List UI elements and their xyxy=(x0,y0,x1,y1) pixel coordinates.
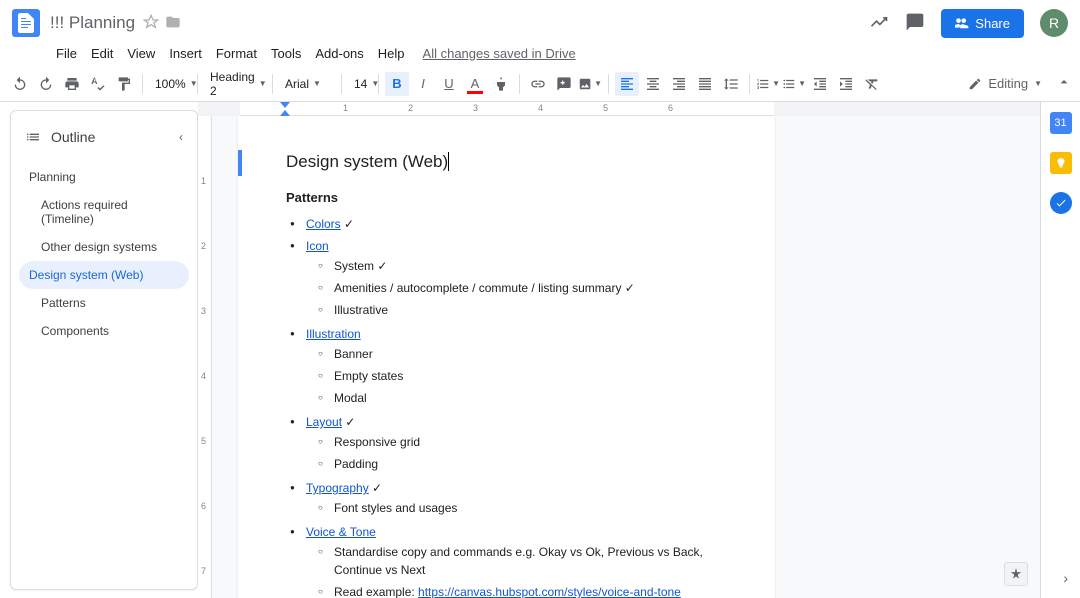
list-item[interactable]: Read example: https://canvas.hubspot.com… xyxy=(334,581,727,598)
menubar: File Edit View Insert Format Tools Add-o… xyxy=(0,40,1080,66)
sidebar-toggle-icon[interactable]: › xyxy=(1063,570,1068,586)
menu-edit[interactable]: Edit xyxy=(85,43,119,64)
list-item[interactable]: Illustrative xyxy=(334,299,727,321)
menu-insert[interactable]: Insert xyxy=(163,43,208,64)
insert-link-button[interactable] xyxy=(526,72,550,96)
outline-item[interactable]: Actions required (Timeline) xyxy=(19,191,189,233)
document-title[interactable]: !!! Planning xyxy=(50,13,135,33)
bulleted-list-button[interactable]: ▼ xyxy=(782,72,806,96)
menu-view[interactable]: View xyxy=(121,43,161,64)
insert-image-button[interactable]: ▼ xyxy=(578,72,602,96)
align-right-button[interactable] xyxy=(667,72,691,96)
highlight-button[interactable] xyxy=(489,72,513,96)
list-item[interactable]: Responsive grid xyxy=(334,431,727,453)
user-avatar[interactable]: R xyxy=(1040,9,1068,37)
list-item[interactable]: Font styles and usages xyxy=(334,497,727,519)
outline-item[interactable]: Other design systems xyxy=(19,233,189,261)
list-item[interactable]: IllustrationBannerEmpty statesModal xyxy=(306,323,727,411)
list-item[interactable]: Padding xyxy=(334,453,727,475)
font-select[interactable]: Arial▼ xyxy=(279,75,335,93)
underline-button[interactable]: U xyxy=(437,72,461,96)
list-item[interactable]: Empty states xyxy=(334,365,727,387)
menu-format[interactable]: Format xyxy=(210,43,263,64)
share-label: Share xyxy=(975,16,1010,31)
redo-button[interactable] xyxy=(34,72,58,96)
outline-item[interactable]: Patterns xyxy=(19,289,189,317)
outline-panel: Outline ‹ PlanningActions required (Time… xyxy=(10,110,198,590)
document-page[interactable]: Design system (Web) Patterns Colors ✓Icon… xyxy=(238,116,775,598)
print-button[interactable] xyxy=(60,72,84,96)
zoom-select[interactable]: 100%▼ xyxy=(149,75,191,93)
toolbar: 100%▼ Heading 2▼ Arial▼ 14▼ B I U A ▼ ▼ … xyxy=(0,66,1080,102)
doc-heading[interactable]: Design system (Web) xyxy=(286,152,727,172)
list-item[interactable]: Banner xyxy=(334,343,727,365)
outline-item[interactable]: Planning xyxy=(19,163,189,191)
list-item[interactable]: Amenities / autocomplete / commute / lis… xyxy=(334,277,727,299)
outline-icon xyxy=(25,129,41,145)
list-item[interactable]: Standardise copy and commands e.g. Okay … xyxy=(334,541,727,581)
drive-save-status[interactable]: All changes saved in Drive xyxy=(423,46,576,61)
explore-button[interactable] xyxy=(1004,562,1028,586)
align-center-button[interactable] xyxy=(641,72,665,96)
list-item[interactable]: System ✓ xyxy=(334,255,727,277)
outline-collapse-icon[interactable]: ‹ xyxy=(179,130,183,144)
tasks-app-icon[interactable] xyxy=(1050,192,1072,214)
list-item[interactable]: Layout ✓Responsive gridPadding xyxy=(306,411,727,477)
keep-app-icon[interactable] xyxy=(1050,152,1072,174)
menu-tools[interactable]: Tools xyxy=(265,43,307,64)
clear-formatting-button[interactable] xyxy=(860,72,884,96)
outline-title: Outline xyxy=(51,129,169,145)
line-spacing-button[interactable] xyxy=(719,72,743,96)
menu-addons[interactable]: Add-ons xyxy=(309,43,369,64)
list-item[interactable]: Typography ✓Font styles and usages xyxy=(306,477,727,521)
vertical-ruler[interactable]: 1 2 3 4 5 6 7 xyxy=(198,116,212,598)
docs-logo[interactable] xyxy=(12,9,40,37)
paragraph-style-select[interactable]: Heading 2▼ xyxy=(204,68,266,100)
move-folder-icon[interactable] xyxy=(165,14,181,33)
calendar-app-icon[interactable]: 31 xyxy=(1050,112,1072,134)
font-size-select[interactable]: 14▼ xyxy=(348,75,372,93)
bold-button[interactable]: B xyxy=(385,72,409,96)
undo-button[interactable] xyxy=(8,72,32,96)
paint-format-button[interactable] xyxy=(112,72,136,96)
list-item[interactable]: Colors ✓ xyxy=(306,213,727,235)
menu-help[interactable]: Help xyxy=(372,43,411,64)
list-item[interactable]: Modal xyxy=(334,387,727,409)
insert-comment-button[interactable] xyxy=(552,72,576,96)
text-color-button[interactable]: A xyxy=(463,72,487,96)
outline-item[interactable]: Design system (Web) xyxy=(19,261,189,289)
comments-icon[interactable] xyxy=(905,12,925,35)
spellcheck-button[interactable] xyxy=(86,72,110,96)
numbered-list-button[interactable]: ▼ xyxy=(756,72,780,96)
align-left-button[interactable] xyxy=(615,72,639,96)
decrease-indent-button[interactable] xyxy=(808,72,832,96)
collapse-toolbar-button[interactable] xyxy=(1056,74,1072,93)
cursor-heading-marker xyxy=(238,150,242,176)
share-button[interactable]: Share xyxy=(941,9,1024,38)
increase-indent-button[interactable] xyxy=(834,72,858,96)
editing-mode-button[interactable]: Editing ▼ xyxy=(960,72,1050,95)
list-item[interactable]: IconSystem ✓Amenities / autocomplete / c… xyxy=(306,235,727,323)
app-header: !!! Planning Share R xyxy=(0,0,1080,40)
right-sidebar: 31 xyxy=(1040,102,1080,598)
align-justify-button[interactable] xyxy=(693,72,717,96)
outline-item[interactable]: Components xyxy=(19,317,189,345)
doc-subheading[interactable]: Patterns xyxy=(286,190,727,205)
italic-button[interactable]: I xyxy=(411,72,435,96)
activity-icon[interactable] xyxy=(869,12,889,35)
menu-file[interactable]: File xyxy=(50,43,83,64)
horizontal-ruler[interactable]: 1 2 3 4 5 6 xyxy=(198,102,1040,116)
list-item[interactable]: Voice & ToneStandardise copy and command… xyxy=(306,521,727,598)
star-icon[interactable] xyxy=(143,14,159,33)
